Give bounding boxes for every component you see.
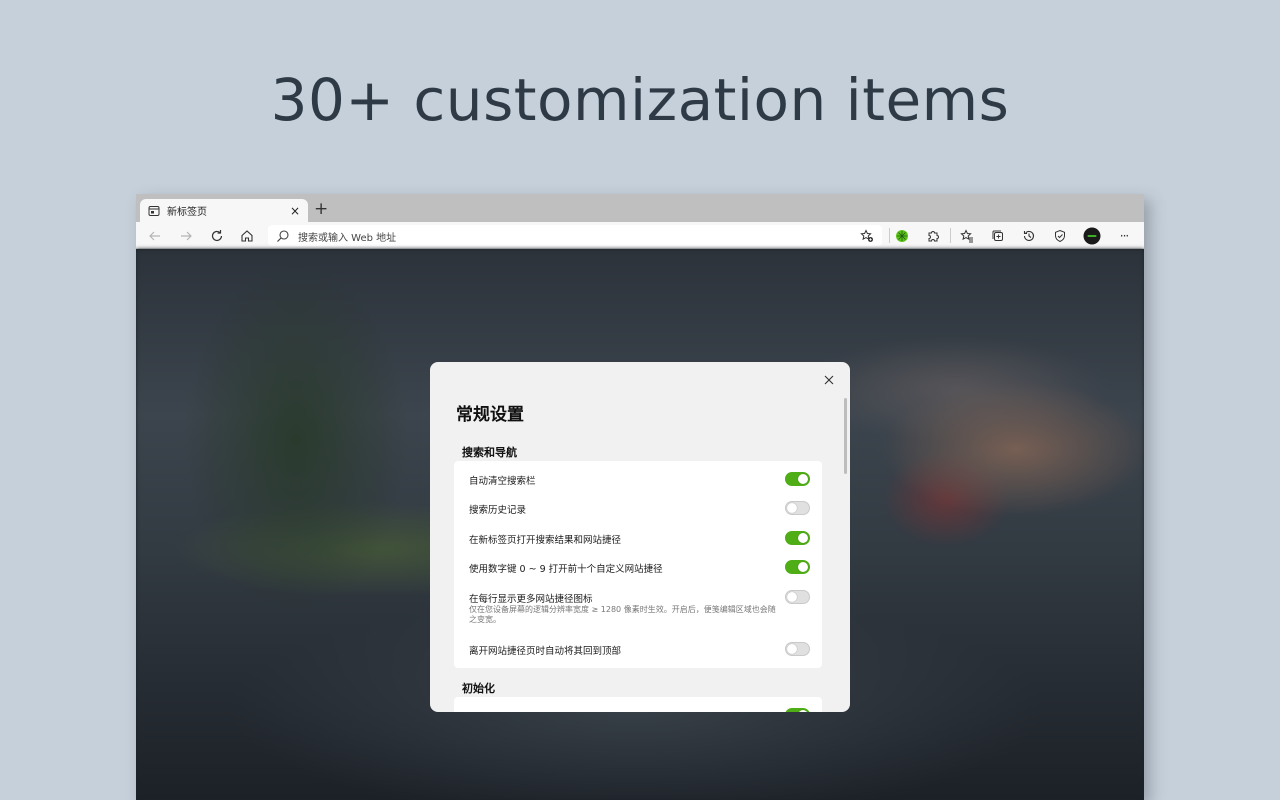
setting-label: 在新标签页打开搜索结果和网站捷径 <box>469 535 622 546</box>
tab-bar: 新标签页 × + <box>136 194 1144 222</box>
section-title-search-navigation: 搜索和导航 <box>462 446 517 459</box>
setting-label: 自动清空搜索栏 <box>469 476 536 487</box>
section-title-initialization: 初始化 <box>462 682 495 695</box>
extension-green-icon[interactable] <box>893 227 911 245</box>
browser-toolbar: 搜索或输入 Web 地址 ··· <box>136 222 1144 249</box>
refresh-icon[interactable] <box>208 227 226 245</box>
setting-row: 在每行显示更多网站捷径图标 仅在您设备屏幕的逻辑分辨率宽度 ≥ 1280 像素时… <box>454 582 822 632</box>
setting-row: 使用数字键 0 ~ 9 打开前十个自定义网站捷径 <box>454 552 822 581</box>
toggle-switch[interactable] <box>785 501 810 515</box>
favorites-icon[interactable] <box>958 227 976 245</box>
setting-label: 离开网站捷径页时自动将其回到顶部 <box>469 646 622 657</box>
toggle-knob <box>798 533 808 543</box>
toggle-switch[interactable] <box>785 590 810 604</box>
setting-description: 仅在您设备屏幕的逻辑分辨率宽度 ≥ 1280 像素时生效。开启后，便笺编辑区域也… <box>469 605 776 624</box>
address-placeholder: 搜索或输入 Web 地址 <box>298 233 397 244</box>
toggle-switch[interactable] <box>785 642 810 656</box>
dialog-scrollbar[interactable] <box>844 398 847 474</box>
toolbar-separator <box>889 228 890 243</box>
toggle-knob <box>798 562 808 572</box>
tab-page-icon <box>148 205 160 217</box>
browser-window: 新标签页 × + 搜索或输入 Web 地址 ··· 常规设置 搜索和导航 自动清… <box>136 194 1144 800</box>
tab-close-button[interactable]: × <box>290 204 300 218</box>
profile-avatar-icon[interactable] <box>1083 227 1101 245</box>
setting-row: 离开网站捷径页时自动将其回到顶部 <box>454 634 822 663</box>
setting-label: 使用数字键 0 ~ 9 打开前十个自定义网站捷径 <box>469 564 663 575</box>
browser-essentials-icon[interactable] <box>1051 227 1069 245</box>
toggle-switch[interactable] <box>785 472 810 486</box>
add-favorite-icon[interactable] <box>860 228 874 242</box>
extensions-puzzle-icon[interactable] <box>924 227 942 245</box>
collections-icon[interactable] <box>989 227 1007 245</box>
toggle-switch[interactable] <box>785 708 810 712</box>
search-icon <box>276 228 290 242</box>
history-icon[interactable] <box>1020 227 1038 245</box>
back-icon[interactable] <box>146 227 164 245</box>
toolbar-separator <box>950 228 951 243</box>
general-settings-dialog: 常规设置 搜索和导航 自动清空搜索栏 搜索历史记录 在新标签页打开搜索结果和网站… <box>430 362 850 712</box>
setting-row: 自动清空搜索栏 <box>454 464 822 493</box>
toggle-switch[interactable] <box>785 560 810 574</box>
toggle-knob <box>798 474 808 484</box>
close-icon[interactable] <box>822 372 836 386</box>
setting-row: 搜索历史记录 <box>454 493 822 522</box>
toggle-knob <box>787 644 797 654</box>
toggle-knob <box>798 710 808 712</box>
headline: 30+ customization items <box>270 66 1010 134</box>
tab-new-tab[interactable]: 新标签页 × <box>140 199 308 222</box>
home-icon[interactable] <box>238 227 256 245</box>
more-icon[interactable]: ··· <box>1115 227 1133 245</box>
settings-card-initialization <box>454 697 822 712</box>
setting-row: 在新标签页打开搜索结果和网站捷径 <box>454 523 822 552</box>
setting-label: 在每行显示更多网站捷径图标 <box>469 594 593 605</box>
toggle-switch[interactable] <box>785 531 810 545</box>
toggle-knob <box>787 592 797 602</box>
setting-label: 搜索历史记录 <box>469 505 527 516</box>
address-bar[interactable]: 搜索或输入 Web 地址 <box>268 225 882 246</box>
forward-icon[interactable] <box>177 227 195 245</box>
settings-card-search-navigation: 自动清空搜索栏 搜索历史记录 在新标签页打开搜索结果和网站捷径 使用数字键 0 … <box>454 461 822 668</box>
new-tab-button[interactable]: + <box>314 199 328 219</box>
toggle-knob <box>787 503 797 513</box>
tab-title: 新标签页 <box>167 207 207 218</box>
dialog-title: 常规设置 <box>456 405 524 425</box>
setting-row <box>454 700 822 712</box>
